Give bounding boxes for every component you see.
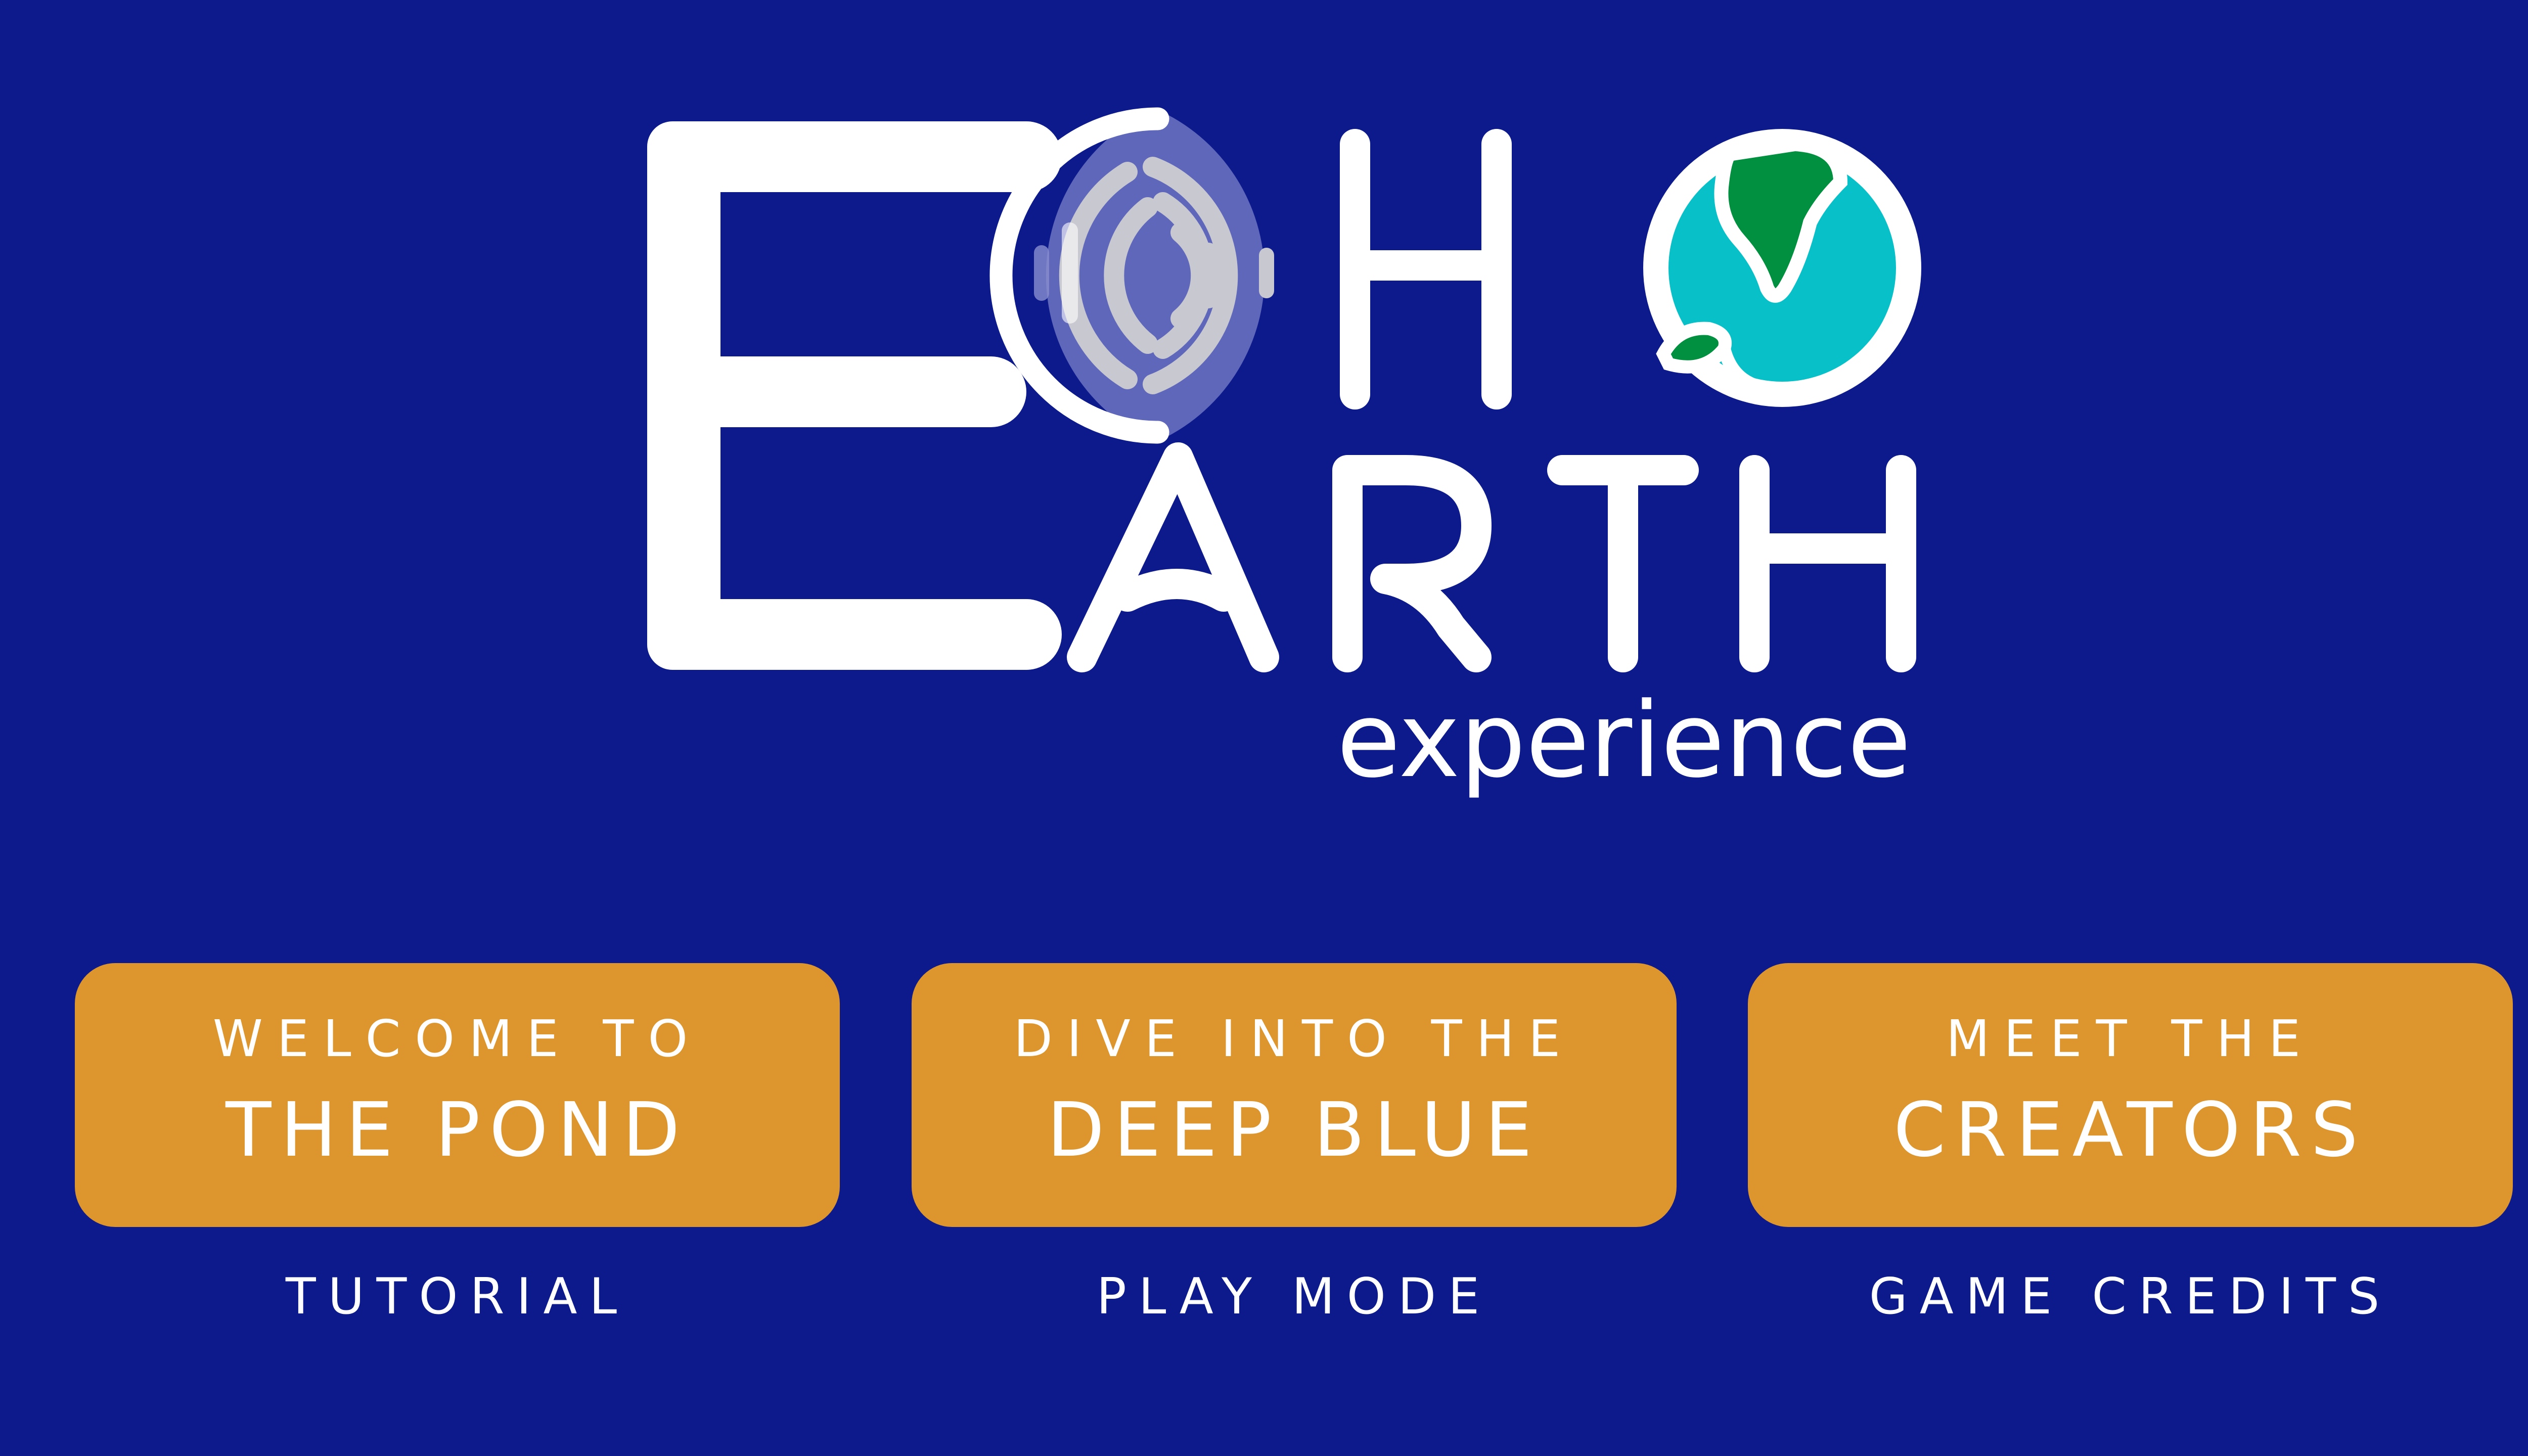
- tutorial-caption: TUTORIAL: [285, 1268, 629, 1326]
- tutorial-button[interactable]: WELCOME TO THE POND: [75, 963, 840, 1227]
- credits-button-line1: MEET THE: [1946, 1009, 2315, 1068]
- play-button-line1: DIVE INTO THE: [1013, 1009, 1575, 1068]
- credits-caption: GAME CREDITS: [1869, 1268, 2392, 1326]
- logo-subtitle: experience: [1337, 680, 1911, 801]
- logo-letter-h: [1340, 129, 1512, 410]
- tutorial-button-line1: WELCOME TO: [212, 1009, 702, 1068]
- logo-letter-h2: [1739, 455, 1916, 672]
- tutorial-button-line2: THE POND: [225, 1086, 689, 1173]
- logo-letter-t: [1547, 455, 1699, 672]
- logo-letter-e: [647, 121, 1062, 670]
- logo-letter-a: [1067, 442, 1279, 672]
- globe-icon: [1643, 129, 1921, 407]
- game-logo: experience: [647, 107, 1921, 801]
- play-mode-caption: PLAY MODE: [1096, 1268, 1492, 1326]
- credits-button[interactable]: MEET THE CREATORS: [1748, 963, 2513, 1227]
- play-mode-button[interactable]: DIVE INTO THE DEEP BLUE: [912, 963, 1677, 1227]
- logo-letter-r: [1332, 455, 1492, 672]
- sonar-wave-icon: [989, 107, 1274, 444]
- play-button-line2: DEEP BLUE: [1047, 1086, 1542, 1173]
- credits-button-line2: CREATORS: [1893, 1086, 2368, 1173]
- title-screen: experience WELCOME TO THE POND TUTORIAL …: [0, 0, 2528, 1456]
